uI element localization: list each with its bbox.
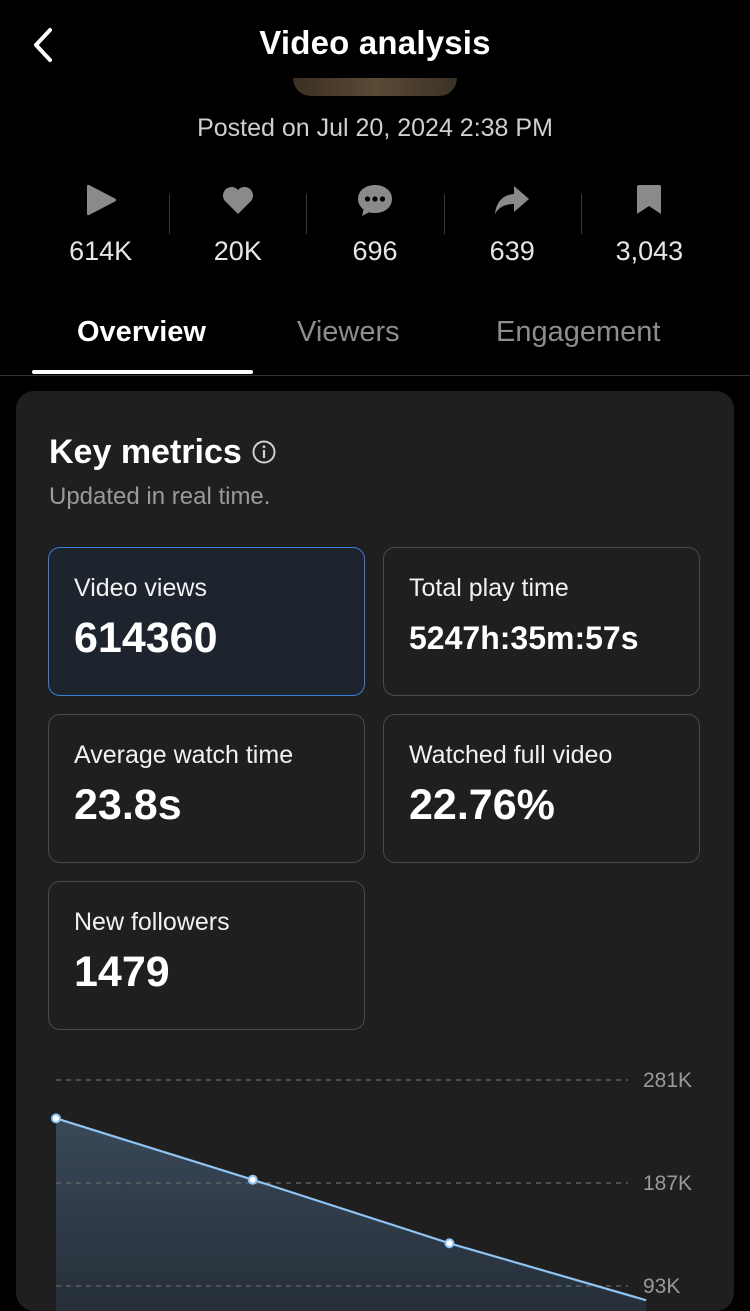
stat-comments: 696 xyxy=(306,176,443,276)
metric-label: Watched full video xyxy=(409,741,613,769)
metric-average-watch-time[interactable]: Average watch time 23.8s xyxy=(48,714,365,863)
stat-divider xyxy=(306,194,308,234)
tab-viewers[interactable]: Viewers xyxy=(297,316,400,349)
comment-icon xyxy=(358,185,392,216)
tab-bar: Overview Viewers Engagement xyxy=(0,300,750,376)
play-icon xyxy=(86,184,116,216)
views-count: 614K xyxy=(69,236,133,266)
stat-saves: 3,043 xyxy=(580,176,718,276)
chart-point[interactable] xyxy=(51,1113,61,1124)
posted-date: Posted on Jul 20, 2024 2:38 PM xyxy=(197,114,553,142)
info-button[interactable] xyxy=(252,440,276,464)
tab-engagement[interactable]: Engagement xyxy=(496,316,660,349)
metric-new-followers[interactable]: New followers 1479 xyxy=(48,881,365,1030)
stat-divider xyxy=(443,194,445,234)
top-bar: Video analysis xyxy=(0,0,750,96)
key-metrics-title: Key metrics xyxy=(49,433,242,471)
metric-video-views[interactable]: Video views 614360 xyxy=(48,547,365,696)
key-metrics-card: Key metrics Updated in real time. Video … xyxy=(16,391,734,1311)
info-icon xyxy=(252,440,276,464)
stat-views: 614K xyxy=(32,176,169,276)
metric-label: Total play time xyxy=(409,574,569,602)
key-metrics-subtitle: Updated in real time. xyxy=(49,483,271,510)
chart-area xyxy=(56,1118,647,1311)
video-thumbnail[interactable] xyxy=(293,78,457,96)
metric-label: Video views xyxy=(74,574,207,602)
views-chart: 281K 187K 93K xyxy=(51,1069,692,1311)
active-tab-indicator xyxy=(32,370,253,374)
metric-total-play-time[interactable]: Total play time 5247h:35m:57s xyxy=(383,547,700,696)
saves-count: 3,043 xyxy=(615,236,684,266)
stat-shares: 639 xyxy=(443,176,581,276)
comments-count: 696 xyxy=(352,236,398,266)
y-tick-label: 187K xyxy=(643,1172,692,1195)
chart-point[interactable] xyxy=(444,1238,455,1249)
tab-overview[interactable]: Overview xyxy=(77,316,206,349)
y-tick-label: 93K xyxy=(643,1275,680,1298)
page-title: Video analysis xyxy=(259,24,491,61)
chart-point[interactable] xyxy=(247,1174,258,1185)
bookmark-icon xyxy=(637,185,662,214)
stats-row: 614K 20K 696 639 3,043 xyxy=(32,176,718,276)
metric-value: 614360 xyxy=(74,614,218,662)
stat-divider xyxy=(169,194,171,234)
metric-label: New followers xyxy=(74,908,230,936)
likes-count: 20K xyxy=(213,236,262,266)
shares-count: 639 xyxy=(489,236,535,266)
share-icon xyxy=(495,186,530,214)
stat-likes: 20K xyxy=(169,176,306,276)
metric-value: 5247h:35m:57s xyxy=(409,620,639,656)
heart-icon xyxy=(222,186,253,214)
metric-value: 1479 xyxy=(74,948,170,996)
stat-divider xyxy=(580,194,582,234)
metric-label: Average watch time xyxy=(74,741,294,769)
metric-value: 22.76% xyxy=(409,781,555,829)
metric-watched-full-video[interactable]: Watched full video 22.76% xyxy=(383,714,700,863)
y-tick-label: 281K xyxy=(643,1069,692,1092)
metric-value: 23.8s xyxy=(74,781,182,829)
